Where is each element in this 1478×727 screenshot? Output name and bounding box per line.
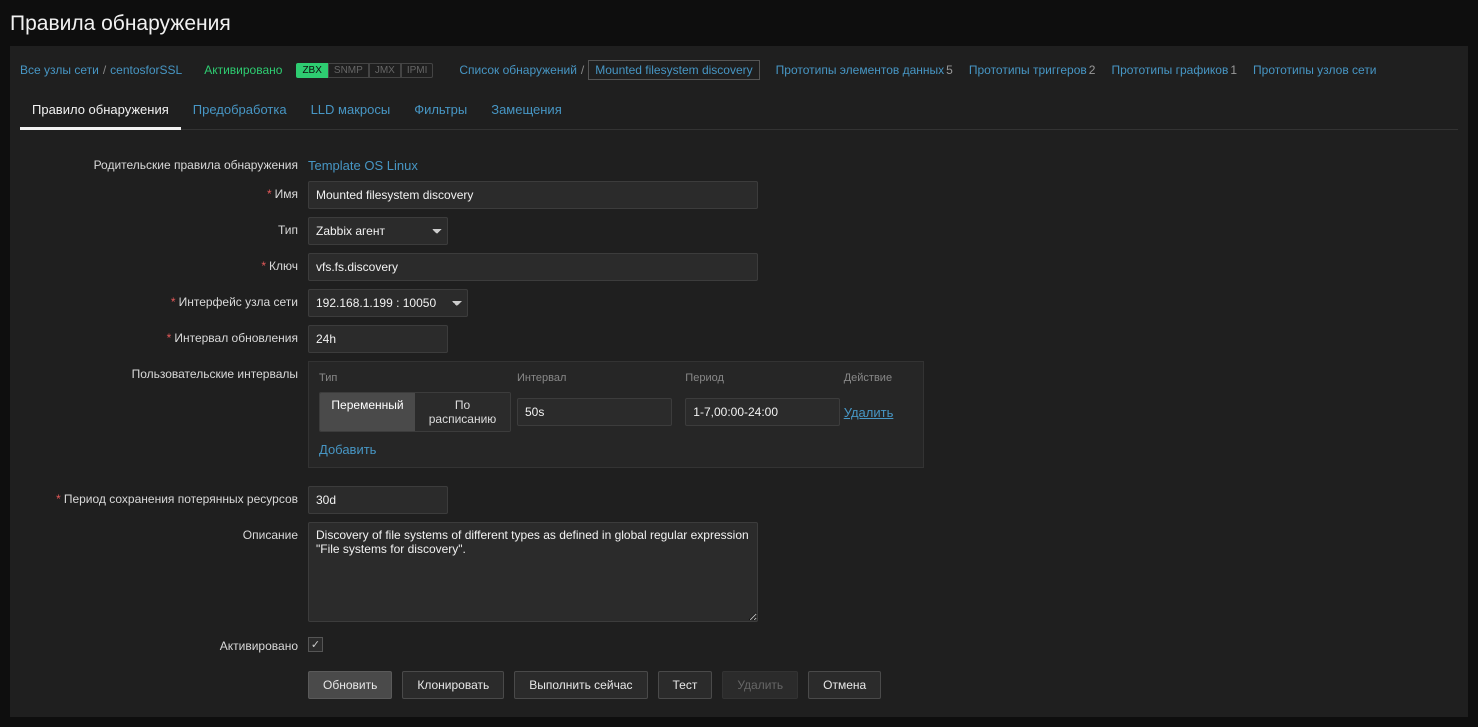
seg-scheduled[interactable]: По расписанию (415, 393, 510, 431)
availability-badges: ZBX SNMP JMX IPMI (296, 63, 433, 78)
input-interval[interactable] (308, 325, 448, 353)
breadcrumb-sep: / (581, 63, 584, 77)
tab-preprocessing[interactable]: Предобработка (181, 94, 299, 129)
label-parent: Родительские правила обнаружения (20, 152, 308, 172)
custom-intervals-table: Тип Интервал Период Действие Переменный … (308, 361, 924, 468)
hdr-period: Период (685, 372, 843, 384)
link-proto-hosts[interactable]: Прототипы узлов сети (1253, 63, 1377, 77)
tab-bar: Правило обнаружения Предобработка LLD ма… (20, 94, 1458, 130)
delete-button: Удалить (722, 671, 798, 699)
link-proto-items[interactable]: Прототипы элементов данных (776, 63, 945, 77)
label-type: Тип (20, 217, 308, 237)
status-enabled: Активировано (204, 63, 282, 77)
input-key[interactable] (308, 253, 758, 281)
label-interface: *Интерфейс узла сети (20, 289, 308, 309)
tab-filters[interactable]: Фильтры (402, 94, 479, 129)
proto-items-count: 5 (946, 63, 953, 77)
interval-type-toggle[interactable]: Переменный По расписанию (319, 392, 511, 432)
label-keep-lost: *Период сохранения потерянных ресурсов (20, 486, 308, 506)
update-button[interactable]: Обновить (308, 671, 392, 699)
proto-triggers-count: 2 (1089, 63, 1096, 77)
badge-ipmi: IPMI (401, 63, 434, 78)
link-proto-graphs[interactable]: Прототипы графиков (1111, 63, 1228, 77)
select-type[interactable]: Zabbix агент (308, 217, 448, 245)
tab-overrides[interactable]: Замещения (479, 94, 574, 129)
checkbox-enabled[interactable] (308, 637, 323, 652)
link-proto-triggers[interactable]: Прототипы триггеров (969, 63, 1087, 77)
badge-snmp: SNMP (328, 63, 369, 78)
breadcrumb-current: Mounted filesystem discovery (588, 60, 759, 80)
label-description: Описание (20, 522, 308, 542)
breadcrumb: Все узлы сети / centosforSSL Активирован… (20, 46, 1458, 94)
clone-button[interactable]: Клонировать (402, 671, 504, 699)
input-name[interactable] (308, 181, 758, 209)
breadcrumb-sep: / (103, 63, 106, 77)
form-area: Родительские правила обнаружения Templat… (20, 130, 1458, 699)
hdr-interval: Интервал (517, 372, 685, 384)
label-name: *Имя (20, 181, 308, 201)
page-title: Правила обнаружения (0, 0, 1478, 46)
label-interval: *Интервал обновления (20, 325, 308, 345)
link-parent-template[interactable]: Template OS Linux (308, 152, 418, 173)
proto-graphs-count: 1 (1230, 63, 1237, 77)
link-discovery-list[interactable]: Список обнаружений (459, 63, 577, 77)
link-all-hosts[interactable]: Все узлы сети (20, 63, 99, 77)
label-key: *Ключ (20, 253, 308, 273)
label-enabled: Активировано (20, 633, 308, 653)
badge-jmx: JMX (369, 63, 401, 78)
textarea-description[interactable]: Discovery of file systems of different t… (308, 522, 758, 622)
seg-flexible[interactable]: Переменный (320, 393, 415, 431)
link-add-interval[interactable]: Добавить (309, 436, 386, 457)
label-custom-intervals: Пользовательские интервалы (20, 361, 308, 381)
input-custom-period[interactable] (685, 398, 840, 426)
input-custom-interval[interactable] (517, 398, 672, 426)
input-keep-lost[interactable] (308, 486, 448, 514)
badge-zbx: ZBX (296, 63, 327, 78)
link-host[interactable]: centosforSSL (110, 63, 182, 77)
button-row: Обновить Клонировать Выполнить сейчас Те… (308, 671, 1458, 699)
content-box: Все узлы сети / centosforSSL Активирован… (10, 46, 1468, 717)
hdr-type: Тип (319, 372, 517, 384)
hdr-action: Действие (844, 372, 913, 384)
tab-lld-macros[interactable]: LLD макросы (299, 94, 403, 129)
execute-now-button[interactable]: Выполнить сейчас (514, 671, 647, 699)
cancel-button[interactable]: Отмена (808, 671, 881, 699)
tab-rule[interactable]: Правило обнаружения (20, 94, 181, 130)
link-delete-interval[interactable]: Удалить (844, 405, 894, 420)
test-button[interactable]: Тест (658, 671, 713, 699)
select-interface[interactable]: 192.168.1.199 : 10050 (308, 289, 468, 317)
